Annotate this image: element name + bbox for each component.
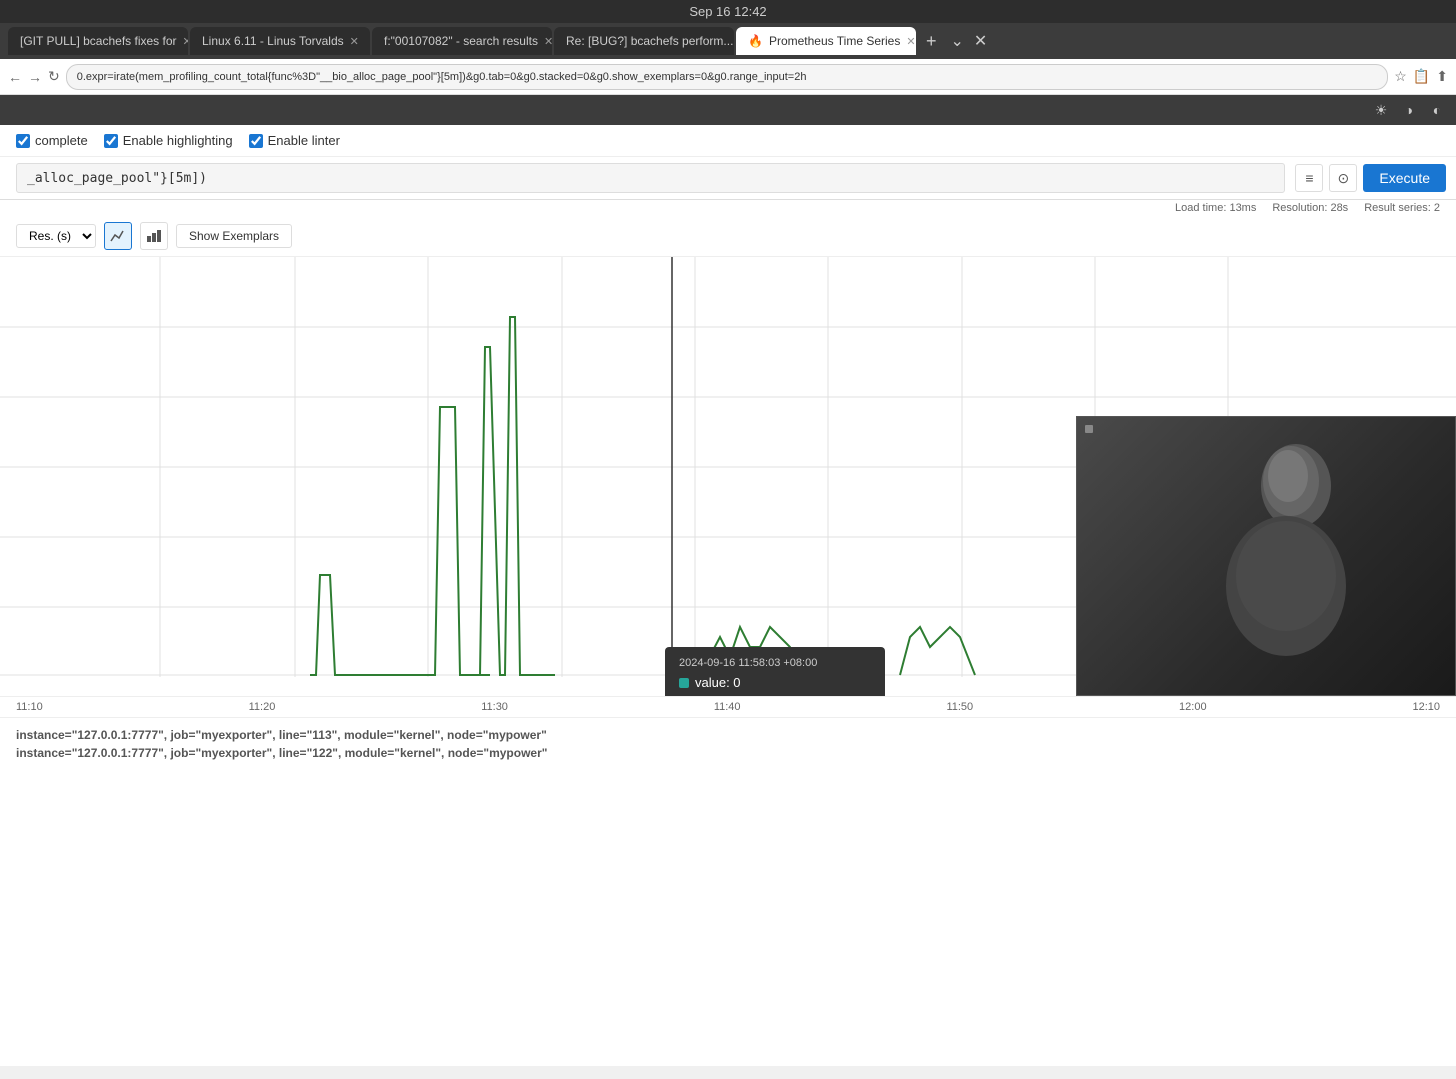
format-button[interactable]: ≡: [1295, 164, 1323, 192]
highlighting-option: Enable highlighting: [104, 133, 233, 148]
theme-dark-icon[interactable]: ◑: [1398, 99, 1420, 121]
tab-4[interactable]: Re: [BUG?] bcachefs perform... ✕: [554, 27, 734, 55]
tab-3[interactable]: f:"00107082" - search results ✕: [372, 27, 552, 55]
time-label-1200: 12:00: [1179, 701, 1207, 713]
tab-5-close[interactable]: ✕: [906, 35, 915, 48]
tab-1-label: [GIT PULL] bcachefs fixes for: [20, 34, 177, 48]
execute-button[interactable]: Execute: [1363, 164, 1446, 192]
prometheus-fire-icon: 🔥: [748, 34, 763, 48]
video-indicator: [1085, 425, 1093, 433]
status-bar: Load time: 13ms Resolution: 28s Result s…: [0, 200, 1456, 216]
time-label-1210: 12:10: [1412, 701, 1440, 713]
tooltip-time: 2024-09-16 11:58:03 +08:00: [679, 657, 871, 669]
forward-button[interactable]: →: [28, 69, 42, 85]
tab-2[interactable]: Linux 6.11 - Linus Torvalds ✕: [190, 27, 370, 55]
highlighting-label: Enable highlighting: [123, 133, 233, 148]
theme-light-icon[interactable]: ☀: [1370, 99, 1392, 121]
tab-5-prometheus[interactable]: 🔥 Prometheus Time Series ✕: [736, 27, 916, 55]
video-overlay: [1076, 416, 1456, 696]
tab-4-label: Re: [BUG?] bcachefs perform...: [566, 34, 733, 48]
linter-checkbox[interactable]: [249, 134, 263, 148]
time-label-1150: 11:50: [946, 701, 973, 713]
resolution-select[interactable]: Res. (s): [16, 224, 96, 248]
series-item-2: instance="127.0.0.1:7777", job="myexport…: [16, 744, 1440, 762]
tooltip-color-dot: [679, 678, 689, 688]
tooltip-value-text: value: 0: [695, 675, 741, 690]
browser-toolbar: ☀ ◑ ◐: [0, 95, 1456, 125]
linter-label: Enable linter: [268, 133, 340, 148]
address-input[interactable]: [66, 64, 1389, 90]
series-text-1: instance="127.0.0.1:7777", job="myexport…: [16, 728, 547, 742]
reading-list-button[interactable]: 📋: [1413, 68, 1430, 85]
browser-window: Sep 16 12:42 [GIT PULL] bcachefs fixes f…: [0, 0, 1456, 125]
autocomplete-checkbox[interactable]: [16, 134, 30, 148]
refresh-button[interactable]: ↻: [48, 68, 60, 85]
query-area: _alloc_page_pool"}[5m]) ≡ ⊙ Execute: [0, 157, 1456, 200]
bar-chart-icon: [146, 228, 162, 244]
query-input-wrapper[interactable]: _alloc_page_pool"}[5m]): [16, 163, 1285, 193]
time-label-1140: 11:40: [714, 701, 741, 713]
page-title: Sep 16 12:42: [689, 4, 766, 19]
title-bar: Sep 16 12:42: [0, 0, 1456, 23]
metrics-explorer-button[interactable]: ⊙: [1329, 164, 1357, 192]
series-text-2: instance="127.0.0.1:7777", job="myexport…: [16, 746, 547, 760]
resolution: Resolution: 28s: [1272, 202, 1348, 214]
controls-bar: Res. (s) Show Exemplars: [0, 216, 1456, 257]
time-axis: 11:10 11:20 11:30 11:40 11:50 12:00 12:1…: [0, 697, 1456, 718]
query-actions: ≡ ⊙ Execute: [1285, 164, 1456, 192]
options-bar: complete Enable highlighting Enable lint…: [0, 125, 1456, 157]
chart-container: + 2024-09-16 11:58:03 +08:00 value: 0 Se…: [0, 257, 1456, 697]
theme-contrast-icon[interactable]: ◐: [1426, 99, 1448, 121]
time-label-1120: 11:20: [249, 701, 276, 713]
tab-5-label: Prometheus Time Series: [769, 34, 900, 48]
tab-3-label: f:"00107082" - search results: [384, 34, 538, 48]
tab-2-label: Linux 6.11 - Linus Torvalds: [202, 34, 344, 48]
person-silhouette: [1166, 426, 1366, 686]
time-label-1130: 11:30: [481, 701, 508, 713]
line-chart-button[interactable]: [104, 222, 132, 250]
chart-tooltip: 2024-09-16 11:58:03 +08:00 value: 0 Seri…: [665, 647, 885, 697]
tab-1-close[interactable]: ✕: [183, 35, 188, 48]
highlighting-checkbox[interactable]: [104, 134, 118, 148]
autocomplete-label: complete: [35, 133, 88, 148]
bar-chart-button[interactable]: [140, 222, 168, 250]
series-item-1: instance="127.0.0.1:7777", job="myexport…: [16, 726, 1440, 744]
tab-overflow-button[interactable]: ⌄: [947, 31, 968, 51]
series-list: instance="127.0.0.1:7777", job="myexport…: [0, 718, 1456, 770]
time-label-1110: 11:10: [16, 701, 43, 713]
new-tab-button[interactable]: +: [918, 31, 945, 52]
share-button[interactable]: ⬆: [1436, 68, 1448, 85]
tab-bar: [GIT PULL] bcachefs fixes for ✕ Linux 6.…: [0, 23, 1456, 59]
tooltip-value: value: 0: [679, 675, 871, 690]
video-content: [1077, 417, 1455, 695]
back-button[interactable]: ←: [8, 69, 22, 85]
load-time: Load time: 13ms: [1175, 202, 1256, 214]
bookmark-button[interactable]: ☆: [1394, 68, 1407, 85]
address-bar: ← → ↻ ☆ 📋 ⬆: [0, 59, 1456, 95]
result-series: Result series: 2: [1364, 202, 1440, 214]
autocomplete-option: complete: [16, 133, 88, 148]
line-chart-icon: [110, 228, 126, 244]
query-text: _alloc_page_pool"}[5m]): [27, 171, 207, 186]
show-exemplars-button[interactable]: Show Exemplars: [176, 224, 292, 248]
tab-2-close[interactable]: ✕: [350, 35, 359, 48]
linter-option: Enable linter: [249, 133, 340, 148]
tab-1[interactable]: [GIT PULL] bcachefs fixes for ✕: [8, 27, 188, 55]
close-window-button[interactable]: ✕: [974, 31, 987, 51]
page-content: complete Enable highlighting Enable lint…: [0, 125, 1456, 1066]
tab-3-close[interactable]: ✕: [544, 35, 552, 48]
